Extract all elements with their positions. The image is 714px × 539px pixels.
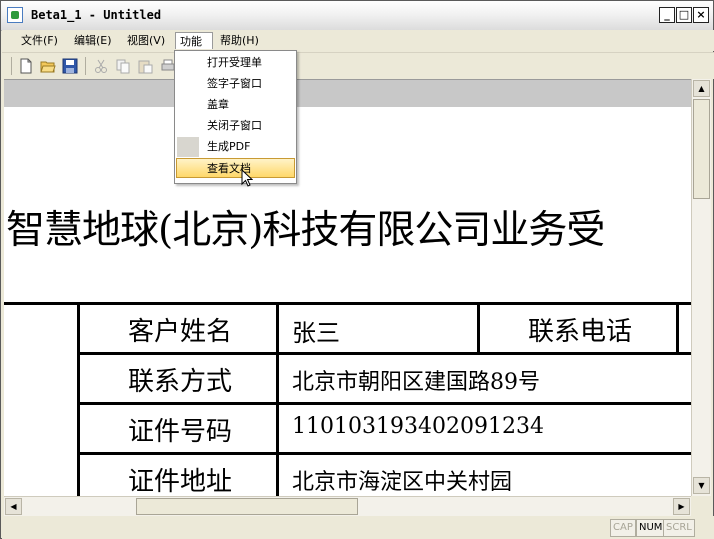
- menu-item-signature-window[interactable]: 签字子窗口: [176, 74, 295, 94]
- function-menu-dropdown: 打开受理单 签字子窗口 盖章 关闭子窗口 生成PDF 查看文档: [174, 50, 297, 184]
- menu-item-stamp[interactable]: 盖章: [176, 95, 295, 115]
- document-heading: 智慧地球(北京)科技有限公司业务受: [6, 208, 605, 253]
- save-icon[interactable]: [62, 58, 78, 74]
- menu-view[interactable]: 视图(V): [123, 32, 169, 49]
- menu-function[interactable]: 功能: [175, 32, 213, 49]
- menu-item-close-subwindow[interactable]: 关闭子窗口: [176, 116, 295, 136]
- table-border: [77, 352, 691, 355]
- toolbar: [2, 52, 714, 79]
- menu-help[interactable]: 帮助(H): [216, 32, 263, 49]
- field-label-contact: 联系方式: [128, 367, 233, 397]
- menu-bar: 文件(F) 编辑(E) 视图(V) 功能 帮助(H): [2, 30, 714, 51]
- app-icon[interactable]: [7, 7, 23, 23]
- field-value-id-number: 110103193402091234: [292, 414, 544, 439]
- field-value-contact: 北京市朝阳区建国路89号: [292, 370, 540, 395]
- field-label-phone: 联系电话: [528, 317, 633, 347]
- new-file-icon[interactable]: [18, 58, 34, 74]
- field-label-customer-name: 客户姓名: [128, 317, 233, 347]
- title-bar[interactable]: Beta1_1 - Untitled _ □ ×: [1, 1, 713, 31]
- menu-edit[interactable]: 编辑(E): [70, 32, 116, 49]
- close-button[interactable]: ×: [693, 7, 709, 23]
- menu-item-label: 打开受理单: [207, 56, 262, 69]
- scroll-up-button[interactable]: ▲: [693, 80, 710, 97]
- document-top-margin: [4, 79, 691, 108]
- field-label-id-number: 证件号码: [128, 417, 233, 447]
- scroll-left-button[interactable]: ◀: [5, 498, 22, 515]
- menu-item-generate-pdf[interactable]: 生成PDF: [176, 137, 295, 157]
- field-label-id-address: 证件地址: [128, 467, 233, 496]
- status-bar: CAP NUM SCRL: [2, 516, 714, 539]
- scroll-down-button[interactable]: ▼: [693, 477, 710, 494]
- horizontal-scroll-thumb[interactable]: [136, 498, 358, 515]
- menu-item-label: 盖章: [207, 98, 229, 111]
- menu-item-label: 生成PDF: [207, 140, 251, 153]
- field-value-customer-name: 张三: [292, 319, 340, 347]
- num-lock-indicator: NUM: [636, 519, 666, 537]
- field-value-id-address: 北京市海淀区中关村园: [292, 470, 513, 495]
- application-window: Beta1_1 - Untitled _ □ × 文件(F) 编辑(E) 视图(…: [0, 0, 714, 539]
- minimize-button[interactable]: _: [659, 7, 675, 23]
- table-border: [4, 302, 691, 305]
- table-border: [77, 452, 691, 455]
- cut-icon[interactable]: [93, 58, 109, 74]
- scroll-lock-indicator: SCRL: [663, 519, 695, 537]
- caps-lock-indicator: CAP: [610, 519, 636, 537]
- copy-icon[interactable]: [115, 58, 131, 74]
- paste-icon[interactable]: [137, 58, 153, 74]
- table-border: [477, 302, 480, 352]
- toolbar-separator: [85, 57, 86, 75]
- vertical-scrollbar[interactable]: ▲ ▼: [691, 79, 711, 496]
- menu-item-open-order[interactable]: 打开受理单: [176, 53, 295, 73]
- mouse-cursor-icon: [241, 169, 253, 187]
- scroll-right-button[interactable]: ▶: [673, 498, 690, 515]
- maximize-button[interactable]: □: [676, 7, 692, 23]
- vertical-scroll-thumb[interactable]: [693, 99, 710, 199]
- menu-item-label: 签字子窗口: [207, 77, 262, 90]
- toolbar-grip: [11, 57, 12, 75]
- table-border: [77, 402, 691, 405]
- menu-item-view-document[interactable]: 查看文档: [176, 158, 295, 178]
- open-folder-icon[interactable]: [40, 58, 56, 74]
- window-title: Beta1_1 - Untitled: [31, 8, 162, 22]
- table-border: [676, 302, 679, 352]
- menu-file[interactable]: 文件(F): [17, 32, 62, 49]
- document-area[interactable]: 智慧地球(北京)科技有限公司业务受 客户姓名 张三 联系电话 联系方式 北京市朝…: [4, 107, 691, 496]
- horizontal-scrollbar[interactable]: ◀ ▶: [4, 496, 691, 516]
- table-border: [77, 302, 80, 496]
- table-border: [276, 302, 279, 496]
- menu-item-label: 关闭子窗口: [207, 119, 262, 132]
